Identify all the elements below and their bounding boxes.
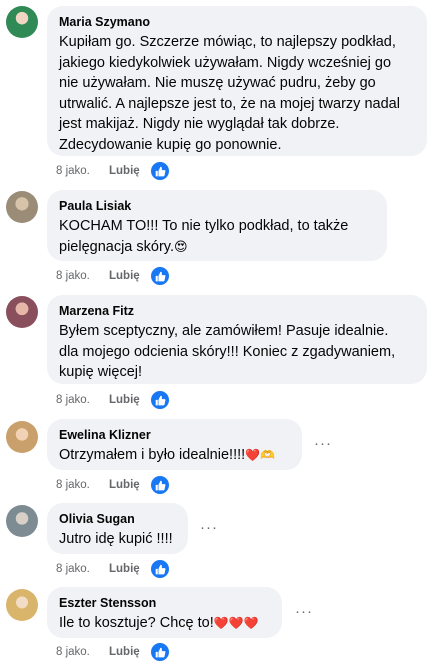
- comment-time[interactable]: 8 jako.: [56, 563, 109, 575]
- comment-text: Byłem sceptyczny, ale zamówiłem! Pasuje …: [59, 323, 396, 380]
- hearts-emoji: ❤️❤️❤️: [213, 616, 259, 630]
- comment-actions: 8 jako. Lubię: [56, 559, 170, 579]
- comment-bubble: Paula Lisiak KOCHAM TO!!! To nie tylko p…: [47, 190, 387, 261]
- comment-bubble: Marzena Fitz Byłem sceptyczny, ale zamów…: [47, 295, 427, 384]
- heart-hands-emoji: ❤️🫶: [245, 448, 276, 462]
- comment-bubble: Eszter Stensson Ile to kosztuje? Chcę to…: [47, 587, 282, 638]
- like-thumb-icon[interactable]: [150, 390, 170, 410]
- like-thumb-icon[interactable]: [150, 475, 170, 495]
- comment-text: Ile to kosztuje? Chcę to!❤️❤️❤️: [59, 615, 259, 631]
- comment-actions: 8 jako. Lubię: [56, 642, 170, 662]
- comment-bubble: Ewelina Klizner Otrzymałem i było idealn…: [47, 419, 302, 470]
- like-button[interactable]: Lubię: [109, 646, 150, 658]
- comment-author[interactable]: Marzena Fitz: [59, 303, 415, 319]
- like-button[interactable]: Lubię: [109, 270, 150, 282]
- comment-actions: 8 jako. Lubię: [56, 266, 170, 286]
- like-thumb-icon[interactable]: [150, 266, 170, 286]
- like-button[interactable]: Lubię: [109, 479, 150, 491]
- comment-time[interactable]: 8 jako.: [56, 270, 109, 282]
- avatar[interactable]: [6, 296, 38, 328]
- heart-eyes-emoji: 😍: [174, 238, 188, 254]
- like-thumb-icon[interactable]: [150, 642, 170, 662]
- comment-bubble: Maria Szymano Kupiłam go. Szczerze mówią…: [47, 6, 427, 156]
- more-options-icon[interactable]: ···: [200, 518, 218, 538]
- comment-text: Otrzymałem i było idealnie!!!!❤️🫶: [59, 447, 276, 463]
- more-options-icon[interactable]: ···: [295, 602, 313, 622]
- comment-text: Kupiłam go. Szczerze mówiąc, to najlepsz…: [59, 34, 400, 153]
- more-options-icon[interactable]: ···: [314, 434, 332, 454]
- comment-author[interactable]: Ewelina Klizner: [59, 427, 290, 443]
- avatar[interactable]: [6, 6, 38, 38]
- avatar[interactable]: [6, 421, 38, 453]
- comment-actions: 8 jako. Lubię: [56, 475, 170, 495]
- comment-text: Jutro idę kupić !!!!: [59, 531, 173, 547]
- comment-author[interactable]: Eszter Stensson: [59, 595, 270, 611]
- avatar[interactable]: [6, 505, 38, 537]
- comment-time[interactable]: 8 jako.: [56, 479, 109, 491]
- comment-author[interactable]: Olivia Sugan: [59, 511, 176, 527]
- comment-time[interactable]: 8 jako.: [56, 646, 109, 658]
- comment-author[interactable]: Maria Szymano: [59, 14, 415, 30]
- comment-time[interactable]: 8 jako.: [56, 394, 109, 406]
- like-thumb-icon[interactable]: [150, 161, 170, 181]
- comment-actions: 8 jako. Lubię: [56, 161, 170, 181]
- comment-text: KOCHAM TO!!! To nie tylko podkład, to ta…: [59, 218, 349, 255]
- like-thumb-icon[interactable]: [150, 559, 170, 579]
- avatar[interactable]: [6, 589, 38, 621]
- avatar[interactable]: [6, 191, 38, 223]
- like-button[interactable]: Lubię: [109, 563, 150, 575]
- comment-time[interactable]: 8 jako.: [56, 165, 109, 177]
- comment-actions: 8 jako. Lubię: [56, 390, 170, 410]
- comment-bubble: Olivia Sugan Jutro idę kupić !!!!: [47, 503, 188, 554]
- like-button[interactable]: Lubię: [109, 165, 150, 177]
- comment-author[interactable]: Paula Lisiak: [59, 198, 375, 214]
- like-button[interactable]: Lubię: [109, 394, 150, 406]
